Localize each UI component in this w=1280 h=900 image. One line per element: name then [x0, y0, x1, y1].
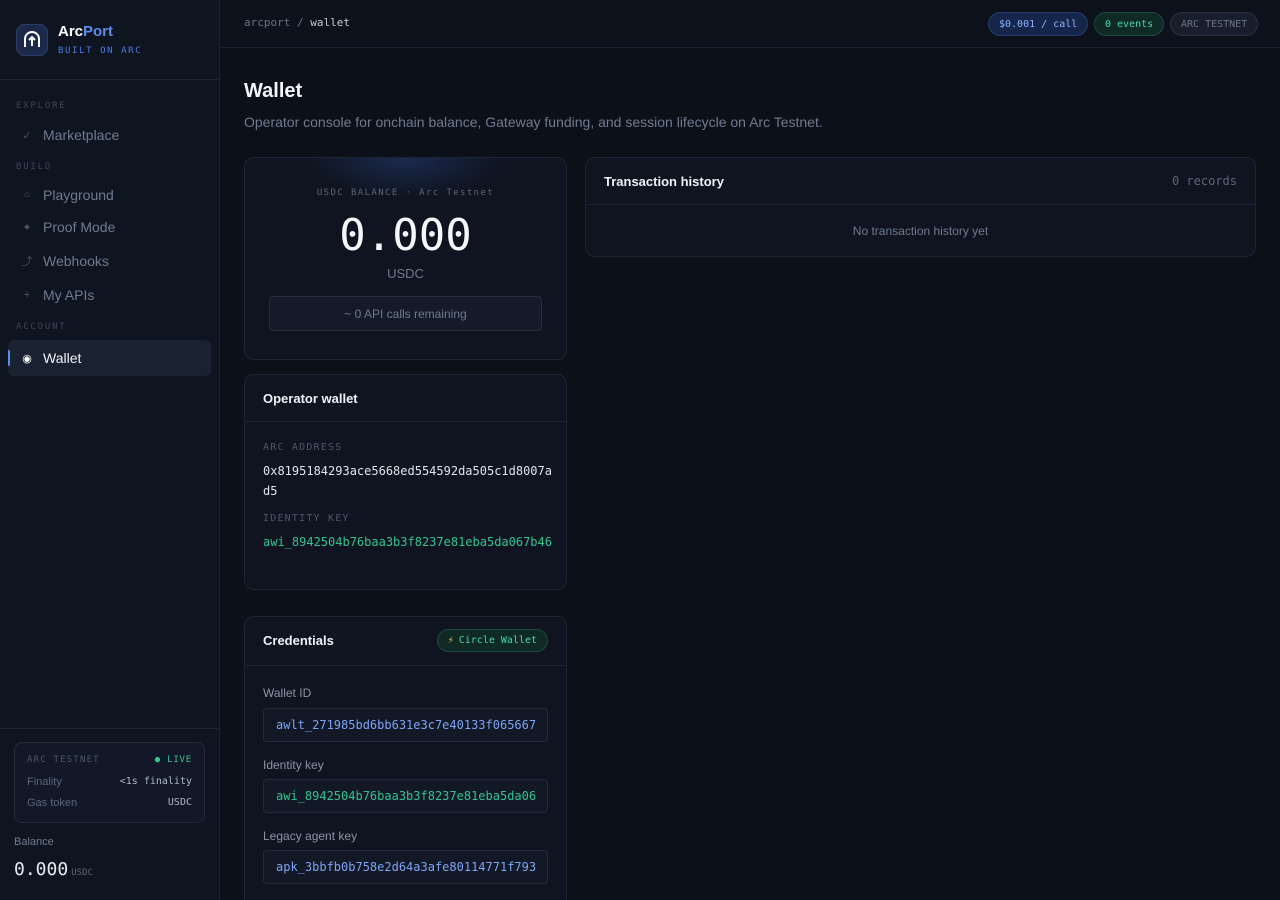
arcport-logo-icon[interactable]	[16, 24, 48, 56]
wallet-id-label: Wallet ID	[263, 686, 312, 700]
nav-section-explore: EXPLORE	[16, 101, 67, 111]
circle-icon: ○	[23, 189, 31, 201]
gas-token-row: Gas token USDC	[27, 797, 192, 809]
sidebar-footer: ARC TESTNET ● LIVE Finality <1s finality…	[0, 728, 219, 900]
transaction-history-header: Transaction history 0 records	[586, 158, 1255, 205]
legacy-agent-key-label: Legacy agent key	[263, 829, 358, 843]
sidebar-item-marketplace[interactable]: ✓ Marketplace	[8, 117, 211, 153]
nav-section-account: ACCOUNT	[16, 322, 67, 332]
breadcrumb-root[interactable]: arcport	[244, 16, 290, 29]
wallet-dot-icon: ◉	[22, 352, 32, 365]
brand: ArcPort BUILT ON ARC	[0, 0, 219, 80]
sidebar-item-label: Marketplace	[43, 127, 120, 143]
sidebar-balance-value: 0.000 USDC	[14, 859, 93, 880]
operator-wallet-header: Operator wallet	[245, 375, 566, 422]
sidebar-item-my-apis[interactable]: + My APIs	[8, 277, 211, 313]
credentials-title: Credentials	[263, 633, 334, 648]
balance-unit: USDC	[387, 266, 424, 281]
plus-icon: +	[23, 289, 31, 301]
sidebar-item-playground[interactable]: ○ Playground	[8, 177, 211, 213]
network-badge: ARC TESTNET	[1170, 12, 1259, 36]
topbar: arcport / wallet $0.001 / call 0 events …	[220, 0, 1280, 48]
sidebar-balance-unit: USDC	[71, 868, 93, 878]
brand-name: ArcPort	[58, 23, 113, 40]
breadcrumb-current: wallet	[310, 16, 350, 29]
live-status-badge: ● LIVE	[154, 755, 192, 765]
balance-card: USDC BALANCE · Arc Testnet 0.000 USDC ~ …	[244, 157, 567, 360]
sidebar-balance-amount: 0.000	[14, 859, 69, 880]
sidebar-item-label: Playground	[43, 187, 114, 203]
check-icon: ✓	[22, 129, 32, 142]
gas-token-label: Gas token	[27, 797, 78, 809]
identity-key-value[interactable]: awi_8942504b76baa3b3f8237e81eba5da067b46	[263, 532, 553, 552]
identity-key-field[interactable]: awi_8942504b76baa3b3f8237e81eba5da06	[263, 779, 548, 813]
breadcrumb: arcport / wallet	[244, 16, 350, 29]
transaction-count: 0 records	[1171, 174, 1237, 188]
page-subtitle: Operator console for onchain balance, Ga…	[244, 114, 823, 130]
circle-wallet-label: Circle Wallet	[458, 635, 537, 646]
network-card: ARC TESTNET ● LIVE Finality <1s finality…	[14, 742, 205, 823]
credentials-card: Credentials ⚡ Circle Wallet Wallet ID aw…	[244, 616, 567, 900]
api-calls-remaining: ~ 0 API calls remaining	[269, 296, 542, 331]
curve-arrow-icon: ⤴	[21, 256, 33, 268]
balance-label: USDC BALANCE · Arc Testnet	[316, 188, 495, 198]
sidebar: ArcPort BUILT ON ARC EXPLORE ✓ Marketpla…	[0, 0, 220, 900]
sidebar-item-label: Webhooks	[43, 253, 109, 269]
sidebar-item-label: Proof Mode	[43, 219, 116, 235]
sidebar-item-label: Wallet	[43, 350, 82, 366]
brand-subtitle: BUILT ON ARC	[58, 46, 143, 56]
wallet-id-field[interactable]: awlt_271985bd6bb631e3c7e40133f065667	[263, 708, 548, 742]
brand-name-first: Arc	[58, 23, 84, 40]
page-title: Wallet	[244, 80, 303, 102]
sidebar-item-wallet[interactable]: ◉ Wallet	[8, 340, 211, 376]
transaction-history-title: Transaction history	[604, 174, 724, 189]
legacy-agent-key-field[interactable]: apk_3bbfb0b758e2d64a3afe80114771f793	[263, 850, 548, 884]
gas-token-value: USDC	[167, 797, 192, 808]
finality-value: <1s finality	[119, 776, 192, 787]
balance-value: 0.000	[339, 210, 472, 261]
arc-address-label: ARC ADDRESS	[263, 442, 343, 453]
sidebar-balance-label: Balance	[14, 836, 54, 848]
events-count-badge[interactable]: 0 events	[1094, 12, 1165, 36]
lightning-icon: ⚡	[447, 635, 454, 646]
sidebar-item-label: My APIs	[43, 287, 95, 303]
operator-wallet-title: Operator wallet	[263, 391, 358, 406]
identity-key-field-label: Identity key	[263, 758, 324, 772]
brand-name-second: Port	[83, 23, 114, 40]
transaction-empty-state: No transaction history yet	[852, 224, 989, 238]
credentials-header: Credentials ⚡ Circle Wallet	[245, 617, 566, 666]
operator-wallet-card: Operator wallet ARC ADDRESS 0x8195184293…	[244, 374, 567, 590]
sparkle-icon: ✦	[22, 221, 32, 234]
price-per-call-badge: $0.001 / call	[988, 12, 1089, 36]
sidebar-item-proof-mode[interactable]: ✦ Proof Mode	[8, 209, 211, 245]
sidebar-item-webhooks[interactable]: ⤴ Webhooks	[8, 243, 211, 279]
breadcrumb-separator: /	[296, 16, 304, 29]
finality-row: Finality <1s finality	[27, 776, 192, 788]
identity-key-label: IDENTITY KEY	[263, 513, 350, 524]
transaction-history-card: Transaction history 0 records No transac…	[585, 157, 1256, 257]
circle-wallet-badge: ⚡ Circle Wallet	[436, 629, 548, 652]
network-title: ARC TESTNET	[27, 755, 100, 765]
nav-section-build: BUILD	[16, 162, 53, 172]
arc-address-value[interactable]: 0x8195184293ace5668ed554592da505c1d8007a…	[263, 461, 553, 501]
finality-label: Finality	[27, 776, 62, 788]
